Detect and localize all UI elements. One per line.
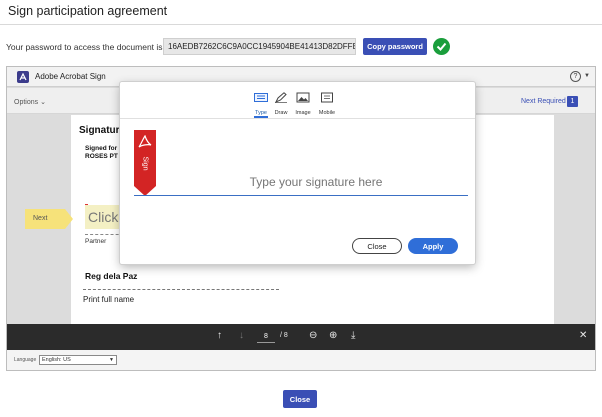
- page-total: / 8: [280, 332, 288, 339]
- page-number-input[interactable]: [257, 331, 275, 343]
- acrobat-sign-ribbon: Sign: [134, 130, 156, 196]
- close-button[interactable]: Close: [283, 390, 317, 408]
- arrow-up-icon[interactable]: ↑: [217, 330, 222, 341]
- signature-input[interactable]: [166, 174, 466, 189]
- print-name-label: Print full name: [83, 295, 135, 304]
- signature-modal: Type Draw Image Mobile Sign Close Apply: [120, 82, 475, 264]
- ribbon-sign-text: Sign: [141, 156, 149, 171]
- close-icon[interactable]: ✕: [579, 330, 587, 341]
- dialog-title: Sign participation agreement: [8, 4, 168, 18]
- acrobat-sign-frame: Adobe Acrobat Sign ? ▼ Options ⌄ Next Re…: [6, 66, 596, 371]
- password-label: Your password to access the document is:: [6, 42, 165, 52]
- tab-mobile[interactable]: Mobile: [313, 90, 341, 116]
- mobile-icon: [321, 92, 333, 103]
- tab-divider: [120, 118, 475, 119]
- signature-heading: Signature: [79, 125, 126, 136]
- zoom-out-icon[interactable]: ⊖: [309, 330, 317, 341]
- tab-mobile-label: Mobile: [318, 110, 336, 116]
- password-field[interactable]: [163, 38, 356, 55]
- signer-name: Reg dela Paz: [85, 271, 138, 281]
- image-icon: [296, 92, 310, 103]
- success-check-icon: [433, 38, 450, 55]
- language-label: Language: [14, 357, 37, 363]
- download-icon[interactable]: ⤓: [351, 330, 355, 341]
- zoom-in-icon[interactable]: ⊕: [329, 330, 337, 341]
- page-navigation-bar: ↑ ↓ / 8 ⊖ ⊕ ⤓ ✕: [7, 324, 595, 350]
- adobe-logo-icon: [17, 71, 29, 83]
- adobe-app-name: Adobe Acrobat Sign: [35, 72, 106, 81]
- signature-baseline: [134, 195, 468, 196]
- keyboard-icon: [254, 93, 268, 102]
- acrobat-icon: [138, 135, 152, 148]
- modal-close-button[interactable]: Close: [352, 238, 402, 254]
- language-selected: English: US: [42, 357, 71, 363]
- language-select[interactable]: English: US ▼: [39, 355, 117, 365]
- next-field-flag[interactable]: Next: [25, 209, 73, 229]
- next-required-count: 1: [567, 96, 578, 107]
- title-divider: [0, 24, 602, 25]
- partner-label: Partner: [85, 238, 107, 245]
- pen-icon: [274, 92, 287, 104]
- company-name: ROSES PT: [85, 153, 118, 160]
- chevron-down-icon[interactable]: ▼: [584, 73, 590, 79]
- options-menu[interactable]: Options ⌄: [14, 98, 46, 106]
- copy-password-button[interactable]: Copy password: [363, 38, 427, 55]
- chevron-down-icon: ▼: [109, 357, 114, 363]
- print-name-line: [83, 289, 279, 290]
- arrow-down-icon[interactable]: ↓: [239, 330, 244, 341]
- language-bar: Language English: US ▼: [7, 350, 595, 370]
- apply-button[interactable]: Apply: [408, 238, 458, 254]
- next-required-link[interactable]: Next Required: [521, 98, 566, 105]
- help-icon[interactable]: ?: [570, 71, 581, 82]
- signed-for-label: Signed for: [85, 145, 118, 152]
